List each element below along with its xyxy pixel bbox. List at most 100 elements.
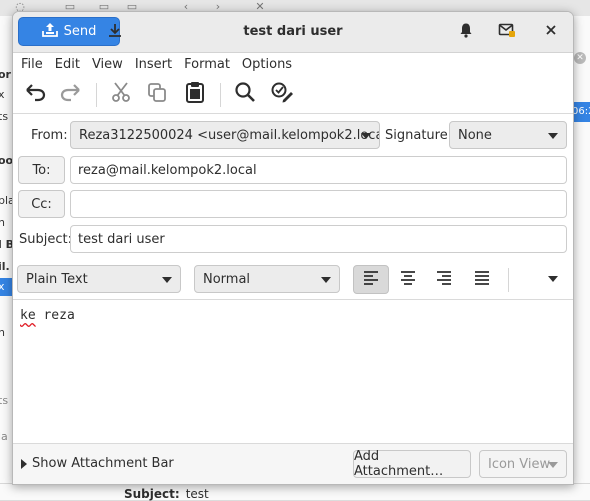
to-button[interactable]: To: xyxy=(18,156,65,184)
chevron-down-icon xyxy=(321,277,331,283)
cut-icon xyxy=(110,81,132,107)
icon-view-value: Icon View xyxy=(488,456,551,472)
chevron-down-icon xyxy=(547,272,559,287)
paragraph-style-value: Normal xyxy=(203,271,251,287)
background-folder-text: h xyxy=(0,326,5,339)
add-attachment-label: Add Attachment… xyxy=(354,449,444,479)
background-folder-text: or xyxy=(0,68,11,81)
format-toolbar: Plain Text Normal xyxy=(13,261,573,300)
subject-field[interactable]: test dari user xyxy=(70,225,567,253)
send-label: Send xyxy=(63,24,97,39)
editor-mode-value: Plain Text xyxy=(26,271,88,287)
misspelled-word: ke xyxy=(20,308,36,323)
cc-field[interactable] xyxy=(70,190,567,218)
add-attachment-button[interactable]: Add Attachment… xyxy=(353,449,471,479)
align-center-icon xyxy=(400,270,416,289)
copy-icon xyxy=(146,81,168,107)
cc-button-label: Cc: xyxy=(31,196,52,212)
menu-insert[interactable]: Insert xyxy=(129,57,178,72)
icon-view-select[interactable]: Icon View xyxy=(479,450,567,478)
subject-label: Subject: xyxy=(19,232,72,247)
close-window-button[interactable] xyxy=(539,20,563,44)
background-preview: Subject: test xyxy=(0,483,590,501)
background-folder-text: x xyxy=(0,88,5,101)
message-body-text: ke reza xyxy=(20,308,75,323)
chevron-down-icon xyxy=(162,277,172,283)
download-icon xyxy=(107,22,123,42)
signature-label: Signature: xyxy=(385,128,453,143)
from-account-select[interactable]: Reza3122500024 <user@mail.kelompok2.loca… xyxy=(70,121,380,149)
background-folder-text: la xyxy=(0,430,8,443)
toolbar-separator xyxy=(508,268,509,292)
menu-bar: File Edit View Insert Format Options xyxy=(13,53,573,75)
spellcheck-button[interactable] xyxy=(268,80,296,108)
bell-icon xyxy=(458,22,474,42)
paragraph-style-select[interactable]: Normal xyxy=(194,265,340,293)
subject-field-value: test dari user xyxy=(78,231,165,247)
header-bar: Send test dari user xyxy=(13,12,573,53)
to-button-label: To: xyxy=(32,162,51,178)
compose-window: Send test dari user File Edit View Inser… xyxy=(12,11,574,485)
undo-icon xyxy=(24,82,46,106)
send-icon xyxy=(41,22,58,42)
menu-view[interactable]: View xyxy=(86,57,129,72)
paste-button[interactable] xyxy=(181,80,209,108)
background-folder-text: x xyxy=(0,280,5,293)
copy-button[interactable] xyxy=(143,80,171,108)
show-attachment-bar-label: Show Attachment Bar xyxy=(32,456,174,471)
background-folder-text: h xyxy=(0,216,5,229)
paste-icon xyxy=(185,81,205,107)
search-icon xyxy=(234,81,256,107)
background-message-list: ✕ 06:2 xyxy=(572,16,590,499)
redo-icon xyxy=(60,82,82,106)
background-folder-text: ts xyxy=(0,394,9,407)
toolbar-separator xyxy=(220,83,221,107)
menu-file[interactable]: File xyxy=(15,57,49,72)
redo-button[interactable] xyxy=(57,80,85,108)
background-message-time: 06:2 xyxy=(572,106,590,117)
background-folder-text: ts xyxy=(0,110,9,123)
background-selected-message: 06:2 xyxy=(572,102,590,122)
undo-button[interactable] xyxy=(21,80,49,108)
align-right-icon xyxy=(436,270,452,289)
align-justify-icon xyxy=(474,270,490,289)
show-attachment-bar-toggle[interactable]: Show Attachment Bar xyxy=(21,456,174,471)
align-right-button[interactable] xyxy=(426,265,462,294)
align-justify-button[interactable] xyxy=(464,265,500,294)
menu-edit[interactable]: Edit xyxy=(49,57,86,72)
background-clear-icon: ✕ xyxy=(574,52,586,64)
chevron-down-icon xyxy=(548,462,558,468)
edit-toolbar xyxy=(13,75,573,114)
from-label: From: xyxy=(31,128,68,143)
menu-format[interactable]: Format xyxy=(178,57,236,72)
attachment-bar: Show Attachment Bar Add Attachment… Icon… xyxy=(13,443,573,484)
window-title: test dari user xyxy=(243,24,343,39)
chevron-down-icon xyxy=(548,133,558,139)
body-word: reza xyxy=(43,308,75,323)
signature-select[interactable]: None xyxy=(449,121,567,149)
find-button[interactable] xyxy=(231,80,259,108)
mail-receipt-icon xyxy=(498,22,516,42)
request-receipt-button[interactable] xyxy=(495,20,519,44)
cc-button[interactable]: Cc: xyxy=(18,190,65,218)
cut-button[interactable] xyxy=(107,80,135,108)
to-field[interactable]: reza@mail.kelompok2.local xyxy=(70,156,567,184)
editor-mode-select[interactable]: Plain Text xyxy=(17,265,181,293)
menu-options[interactable]: Options xyxy=(236,57,298,72)
from-account-value: Reza3122500024 <user@mail.kelompok2.loca… xyxy=(79,127,380,143)
align-left-button[interactable] xyxy=(353,265,389,294)
chevron-down-icon xyxy=(361,133,371,139)
to-field-value: reza@mail.kelompok2.local xyxy=(78,162,257,178)
message-body-editor[interactable]: ke reza xyxy=(13,300,573,442)
toolbar-separator xyxy=(96,83,97,107)
more-format-button[interactable] xyxy=(535,265,571,294)
align-center-button[interactable] xyxy=(390,265,426,294)
chevron-right-icon xyxy=(21,458,27,469)
background-folder-text: il. xyxy=(0,260,10,273)
signature-value: None xyxy=(458,127,492,143)
priority-button[interactable] xyxy=(454,20,478,44)
close-icon xyxy=(545,24,557,40)
spellcheck-icon xyxy=(270,81,294,107)
align-left-icon xyxy=(363,270,379,289)
save-draft-button[interactable] xyxy=(103,20,127,44)
